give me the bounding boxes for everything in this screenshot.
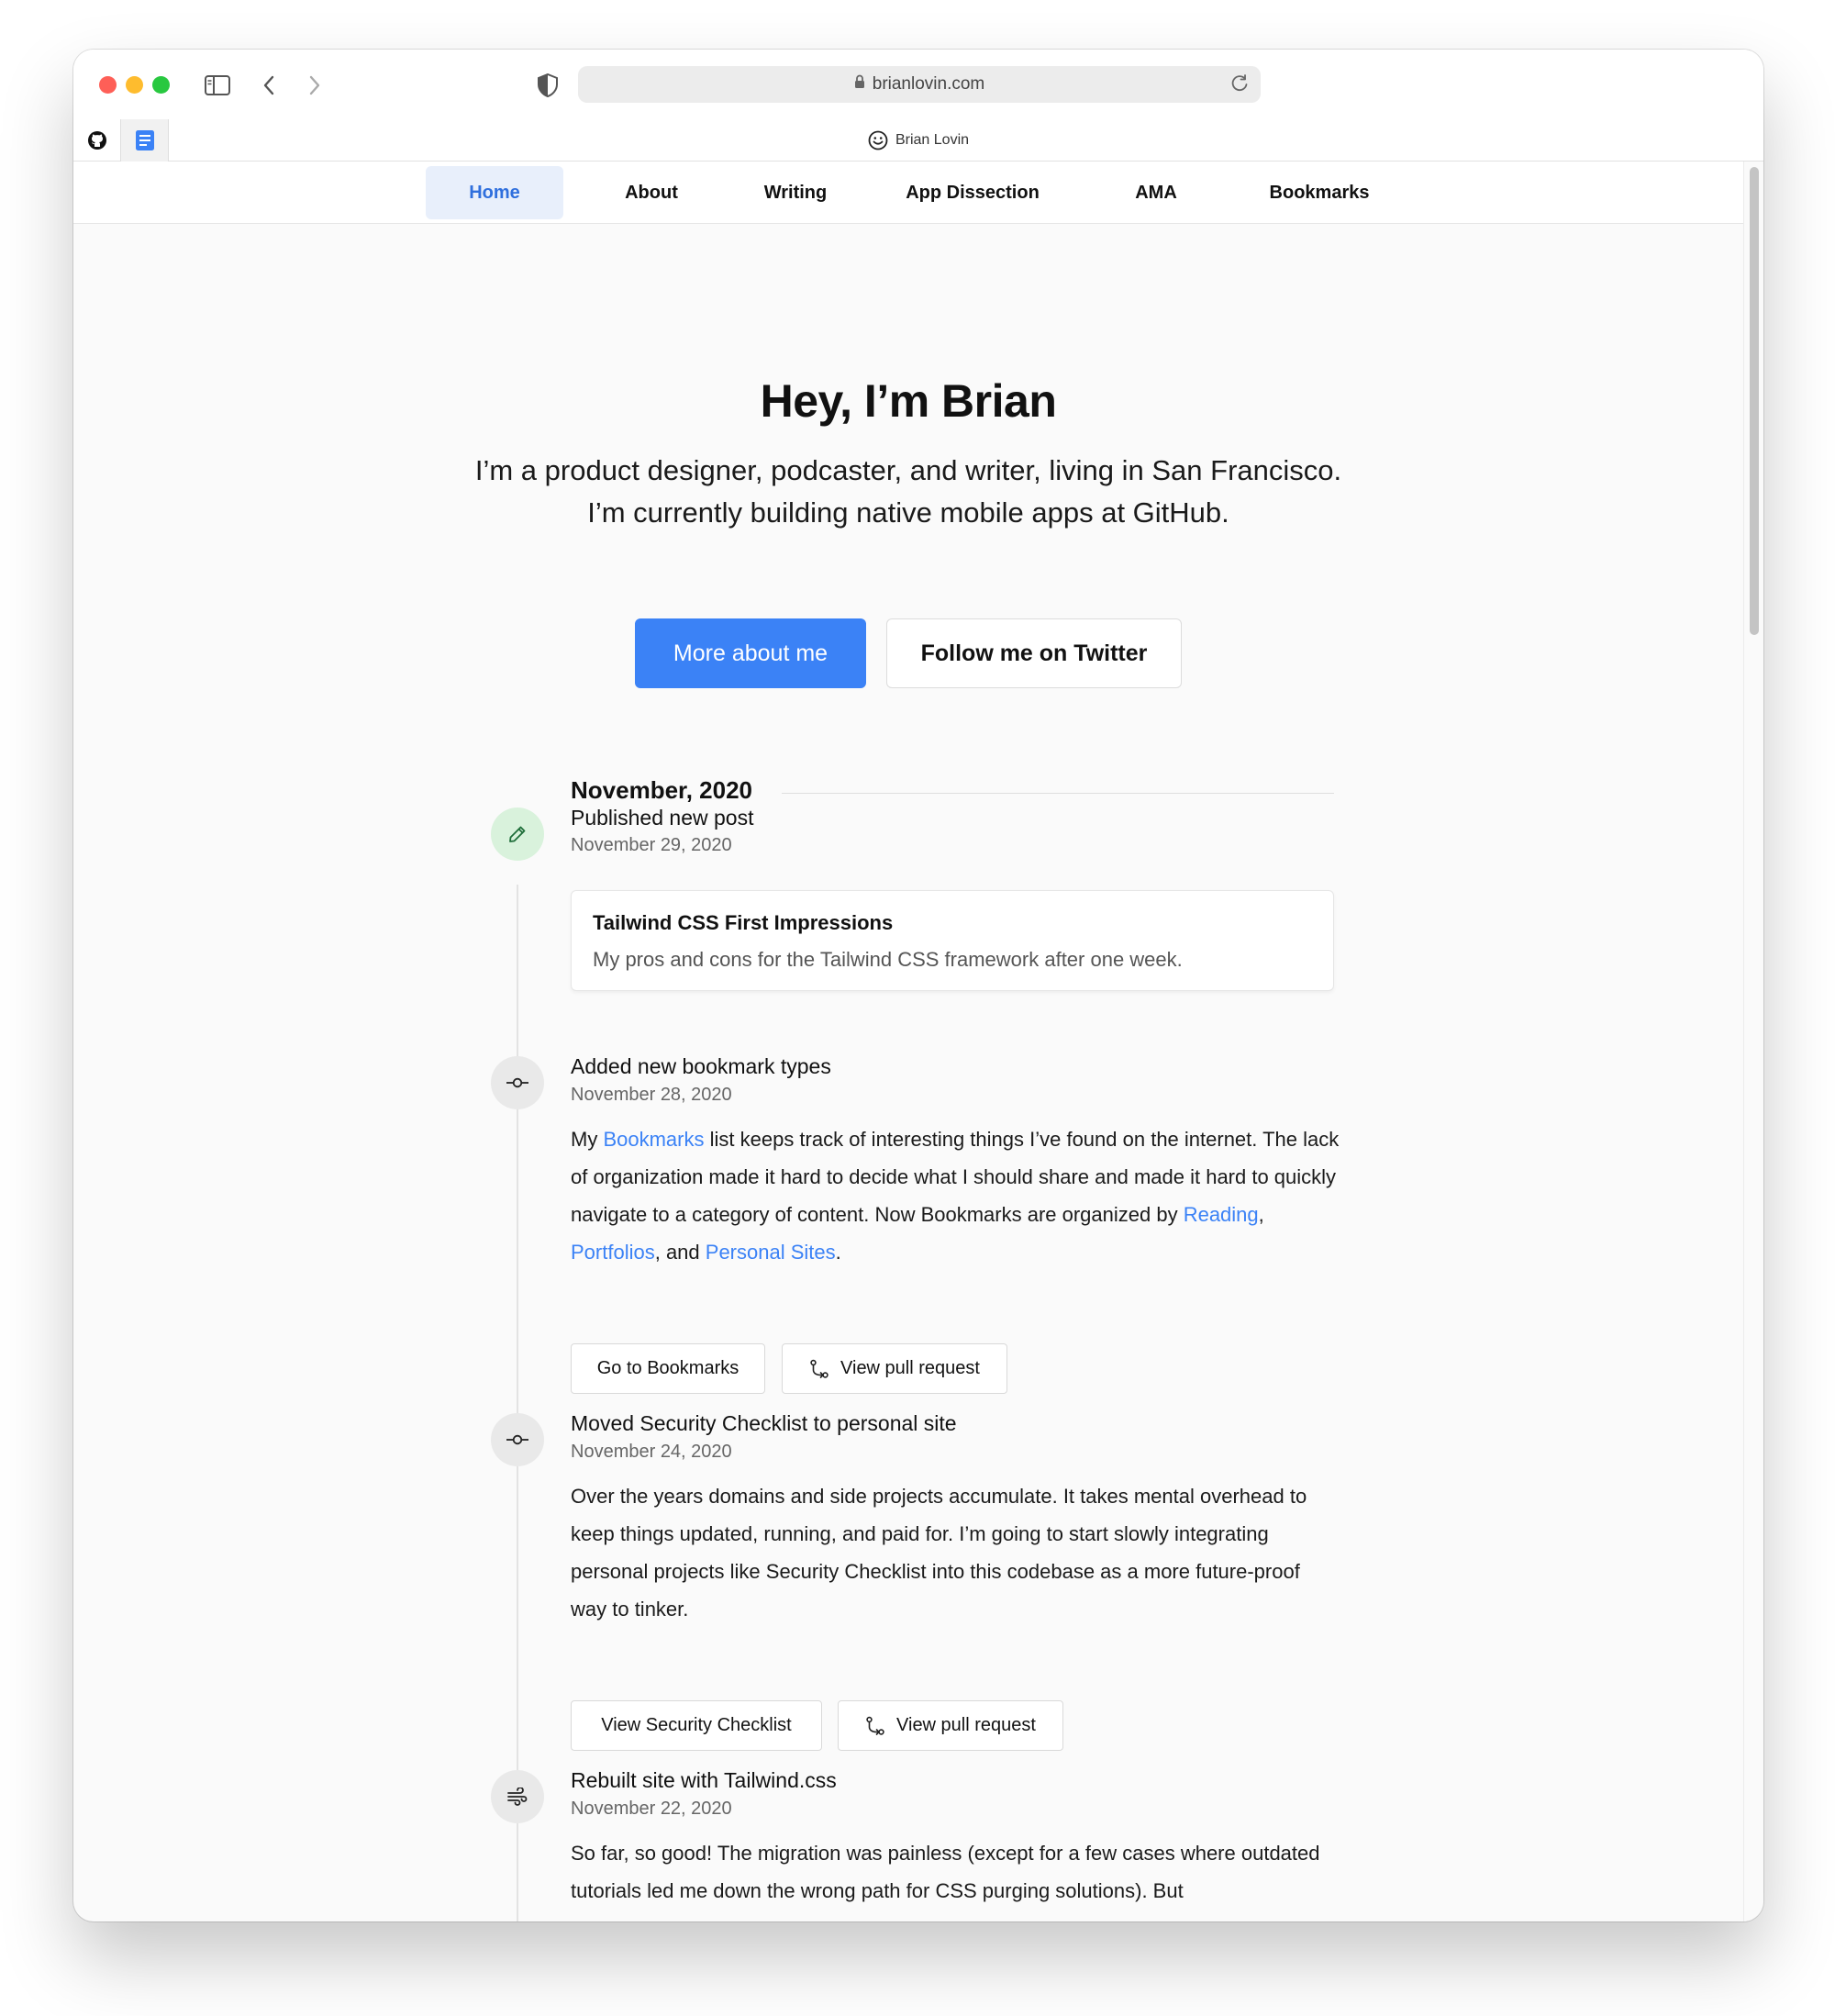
entry-title: Added new bookmark types xyxy=(571,1054,831,1078)
active-tab[interactable]: Brian Lovin xyxy=(73,119,1763,162)
nav-app-dissection[interactable]: App Dissection xyxy=(873,166,1072,219)
commit-icon xyxy=(491,1413,544,1466)
entry-date: November 22, 2020 xyxy=(571,1799,732,1819)
personal-sites-link[interactable]: Personal Sites xyxy=(706,1241,836,1264)
commit-icon xyxy=(491,1056,544,1109)
post-card-title: Tailwind CSS First Impressions xyxy=(593,911,894,934)
address-bar[interactable]: brianlovin.com xyxy=(578,66,1261,103)
minimize-window-button[interactable] xyxy=(126,76,143,94)
scrollbar[interactable] xyxy=(1743,162,1763,1921)
url-text: brianlovin.com xyxy=(872,74,985,94)
nav-ama[interactable]: AMA xyxy=(1101,166,1211,219)
entry-body: So far, so good! The migration was painl… xyxy=(571,1842,1320,1902)
view-pull-request-button[interactable]: View pull request xyxy=(838,1700,1063,1751)
entry-title: Moved Security Checklist to personal sit… xyxy=(571,1411,957,1435)
bookmarks-link[interactable]: Bookmarks xyxy=(603,1128,704,1151)
entry-title: Rebuilt site with Tailwind.css xyxy=(571,1768,837,1792)
forward-arrow-icon[interactable] xyxy=(299,70,330,101)
pinned-tab-github[interactable] xyxy=(73,119,121,162)
close-window-button[interactable] xyxy=(99,76,117,94)
reading-link[interactable]: Reading xyxy=(1184,1203,1259,1226)
pinned-tab-docs[interactable] xyxy=(121,119,169,162)
title-bar: brianlovin.com xyxy=(73,50,1763,119)
timeline-line xyxy=(517,885,518,1921)
entry-date: November 28, 2020 xyxy=(571,1085,732,1105)
smiley-icon xyxy=(868,130,888,150)
nav-about[interactable]: About xyxy=(587,166,716,219)
follow-twitter-button[interactable]: Follow me on Twitter xyxy=(886,618,1182,688)
post-card[interactable]: Tailwind CSS First Impressions My pros a… xyxy=(571,890,1334,991)
browser-window: brianlovin.com Brian Lovin Home About Wr… xyxy=(73,50,1763,1921)
wind-icon xyxy=(491,1770,544,1823)
timeline-month: November, 2020 xyxy=(571,776,753,804)
more-about-me-button[interactable]: More about me xyxy=(635,618,866,688)
main-content: Hey, I’m Brian I’m a product designer, p… xyxy=(73,224,1743,1921)
back-arrow-icon[interactable] xyxy=(253,70,284,101)
entry-body: My Bookmarks list keeps track of interes… xyxy=(571,1128,1340,1264)
tab-title: Brian Lovin xyxy=(895,132,970,148)
scrollbar-thumb[interactable] xyxy=(1750,167,1759,635)
entry-date: November 24, 2020 xyxy=(571,1442,732,1462)
privacy-shield-icon[interactable] xyxy=(532,70,563,101)
hero-title: Hey, I’m Brian xyxy=(760,375,1057,427)
view-security-checklist-button[interactable]: View Security Checklist xyxy=(571,1700,822,1751)
tab-strip: Brian Lovin xyxy=(73,119,1763,162)
zoom-window-button[interactable] xyxy=(152,76,170,94)
pull-request-icon xyxy=(866,1716,884,1735)
entry-body: Over the years domains and side projects… xyxy=(571,1485,1307,1621)
site-nav: Home About Writing App Dissection AMA Bo… xyxy=(73,162,1763,224)
entry-title: Published new post xyxy=(571,806,754,830)
nav-bookmarks[interactable]: Bookmarks xyxy=(1237,166,1402,219)
hero-subtitle: I’m a product designer, podcaster, and w… xyxy=(474,454,1342,529)
entry-date: November 29, 2020 xyxy=(571,835,732,855)
reload-icon[interactable] xyxy=(1229,73,1250,99)
nav-home[interactable]: Home xyxy=(426,166,563,219)
pull-request-icon xyxy=(810,1359,829,1378)
nav-writing[interactable]: Writing xyxy=(731,166,860,219)
view-pull-request-button[interactable]: View pull request xyxy=(782,1343,1007,1394)
post-card-description: My pros and cons for the Tailwind CSS fr… xyxy=(593,948,1183,971)
pencil-icon xyxy=(491,808,544,861)
sidebar-toggle-icon[interactable] xyxy=(202,70,233,101)
github-icon xyxy=(87,131,106,150)
month-divider xyxy=(782,793,1334,794)
lock-icon xyxy=(854,74,865,95)
document-icon xyxy=(135,130,154,150)
portfolios-link[interactable]: Portfolios xyxy=(571,1241,655,1264)
go-to-bookmarks-button[interactable]: Go to Bookmarks xyxy=(571,1343,765,1394)
